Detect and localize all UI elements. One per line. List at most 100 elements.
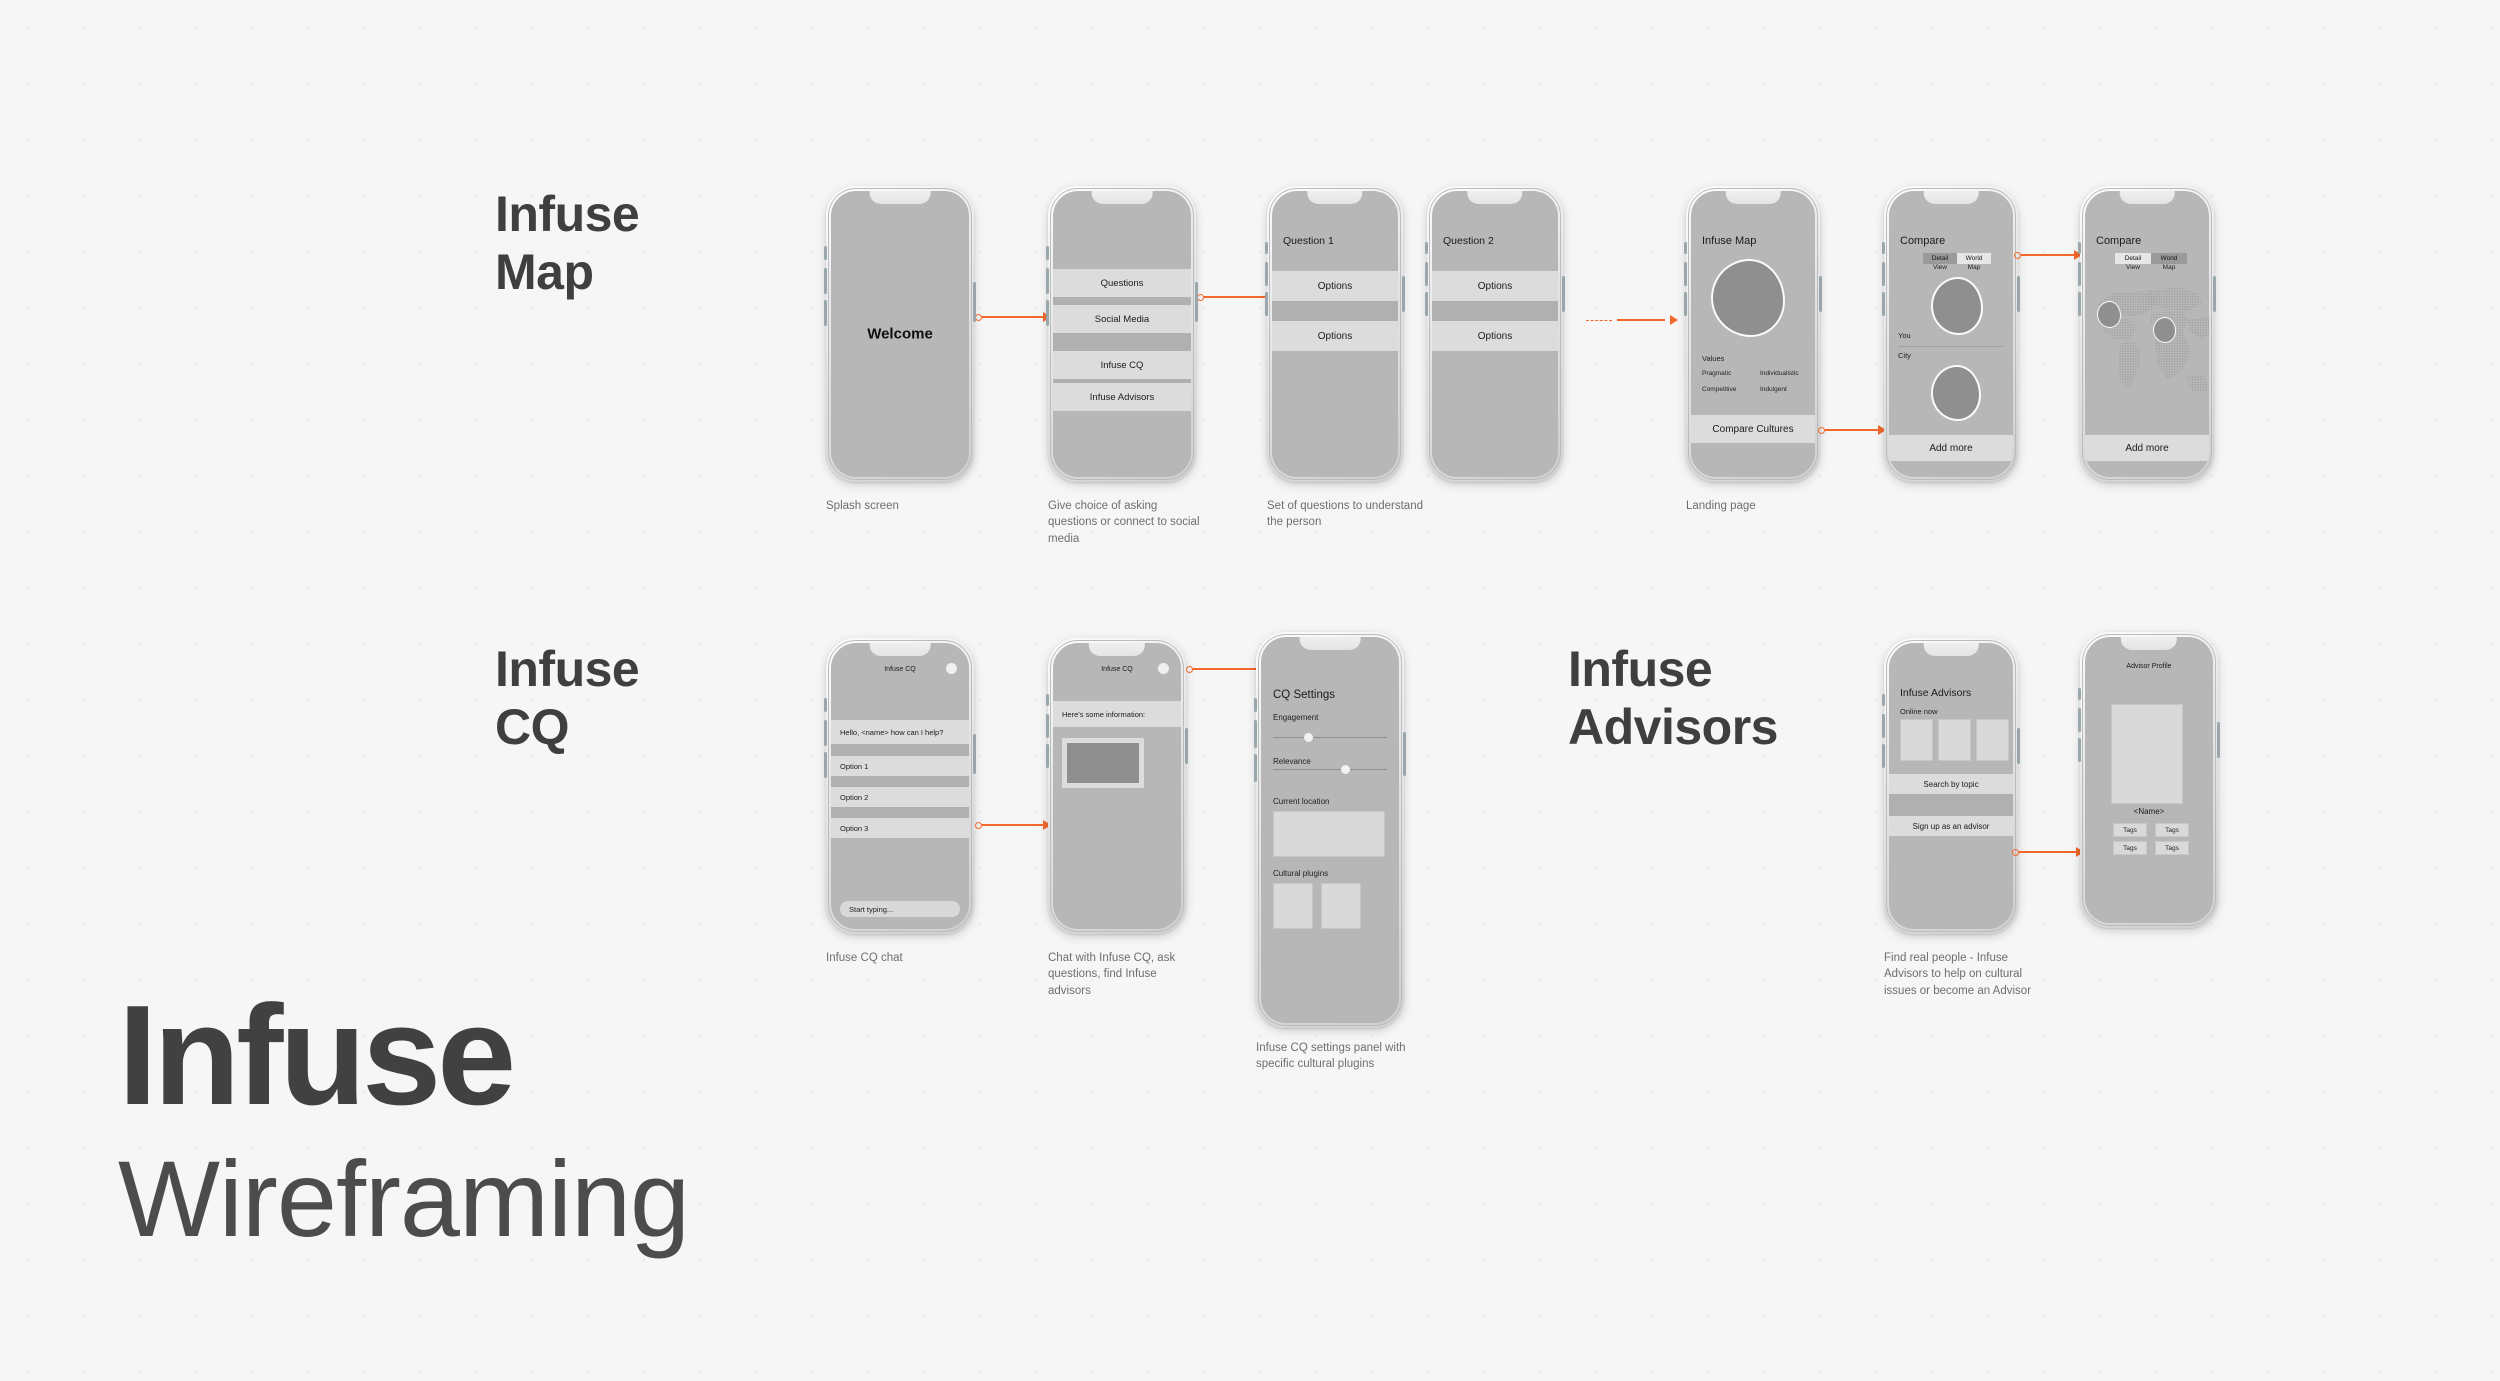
advisor-thumbnail-1[interactable]: [1900, 719, 1933, 761]
add-more-button[interactable]: Add more: [1889, 435, 2013, 461]
cultural-plugin-tile-1[interactable]: [1273, 883, 1313, 929]
phone-button-volume-up[interactable]: [824, 268, 827, 294]
slider-track-relevance[interactable]: [1273, 769, 1387, 770]
phone-button-volume-up[interactable]: [1046, 268, 1049, 294]
advisor-thumbnail-3[interactable]: [1976, 719, 2009, 761]
phone-button-power[interactable]: [2217, 722, 2220, 758]
phone-advisor-profile-screen: Advisor Profile <Name> Tags Tags Tags Ta…: [2078, 632, 2220, 928]
slider-track-engagement[interactable]: [1273, 737, 1387, 738]
advisor-tag-3[interactable]: Tags: [2113, 841, 2147, 855]
toggle-world-map[interactable]: World: [2151, 253, 2187, 264]
connector-origin-dot: [1197, 293, 1204, 301]
phone-button-power[interactable]: [1402, 276, 1405, 312]
phone-button-volume-down[interactable]: [1254, 754, 1257, 782]
chat-option-1[interactable]: Option 1: [831, 756, 969, 776]
phone-button-volume-down[interactable]: [1684, 292, 1687, 316]
advisor-tag-2[interactable]: Tags: [2155, 823, 2189, 837]
phone-button-volume-up[interactable]: [1046, 714, 1049, 738]
phone-button-volume-up[interactable]: [1265, 262, 1268, 286]
phone-button-power[interactable]: [2213, 276, 2216, 312]
phone-button-power[interactable]: [2017, 728, 2020, 764]
search-by-topic-button[interactable]: Search by topic: [1889, 774, 2013, 794]
phone-button-mute[interactable]: [1684, 242, 1687, 254]
phone-button-power[interactable]: [973, 282, 976, 322]
chat-gap: [831, 776, 969, 787]
phone-button-mute[interactable]: [1265, 242, 1268, 254]
phone-button-power[interactable]: [973, 734, 976, 774]
phone-button-volume-down[interactable]: [2078, 738, 2081, 762]
phone-button-volume-up[interactable]: [2078, 708, 2081, 732]
menu-item-questions[interactable]: Questions: [1053, 269, 1191, 297]
map-highlight-region-east[interactable]: [2153, 317, 2176, 343]
compare-cultures-button[interactable]: Compare Cultures: [1691, 415, 1815, 443]
phone-button-volume-up[interactable]: [1425, 262, 1428, 286]
phone-button-volume-down[interactable]: [1882, 292, 1885, 316]
menu-item-infuse-cq[interactable]: Infuse CQ: [1053, 351, 1191, 379]
phone-button-volume-down[interactable]: [1046, 300, 1049, 326]
phone-button-mute[interactable]: [824, 246, 827, 260]
phone-splash-screen: Welcome: [824, 186, 976, 482]
question1-option-a[interactable]: Options: [1272, 271, 1398, 301]
phone-button-mute[interactable]: [1425, 242, 1428, 254]
phone-button-volume-up[interactable]: [824, 720, 827, 746]
phone-button-volume-down[interactable]: [1882, 744, 1885, 768]
toggle-detail-view[interactable]: Detail: [2115, 253, 2151, 264]
current-location-map-box[interactable]: [1273, 811, 1385, 857]
advisor-thumbnail-2[interactable]: [1938, 719, 1971, 761]
phone-button-power[interactable]: [1195, 282, 1198, 322]
phone-button-mute[interactable]: [1882, 694, 1885, 706]
phone-button-power[interactable]: [1185, 728, 1188, 764]
phone-button-volume-up[interactable]: [1882, 262, 1885, 286]
advisor-tag-1[interactable]: Tags: [2113, 823, 2147, 837]
phone-button-mute[interactable]: [1254, 698, 1257, 712]
settings-avatar-icon[interactable]: [1158, 663, 1169, 674]
phone-button-volume-up[interactable]: [1684, 262, 1687, 286]
phone-button-volume-down[interactable]: [1265, 292, 1268, 316]
phone-button-mute[interactable]: [2078, 242, 2081, 254]
phone-button-power[interactable]: [1562, 276, 1565, 312]
chat-option-2[interactable]: Option 2: [831, 787, 969, 807]
phone-button-mute[interactable]: [1882, 242, 1885, 254]
cultural-plugin-tile-2[interactable]: [1321, 883, 1361, 929]
phone-button-mute[interactable]: [1046, 694, 1049, 706]
signup-as-advisor-button[interactable]: Sign up as an advisor: [1889, 816, 2013, 836]
info-media-thumbnail[interactable]: [1067, 743, 1139, 783]
question2-option-b[interactable]: Options: [1432, 321, 1558, 351]
slider-knob-relevance[interactable]: [1341, 765, 1350, 774]
phone-button-volume-up[interactable]: [1882, 714, 1885, 738]
connector-line: [2019, 851, 2076, 853]
phone-button-volume-down[interactable]: [2078, 292, 2081, 316]
phone-button-volume-down[interactable]: [1425, 292, 1428, 316]
toggle-detail-view[interactable]: Detail: [1923, 253, 1957, 264]
slider-knob-engagement[interactable]: [1304, 733, 1313, 742]
add-more-button[interactable]: Add more: [2085, 435, 2209, 461]
view-toggle-segmented-control[interactable]: Detail World: [2115, 253, 2187, 264]
chat-option-3[interactable]: Option 3: [831, 818, 969, 838]
menu-item-infuse-advisors[interactable]: Infuse Advisors: [1053, 383, 1191, 411]
question1-option-b[interactable]: Options: [1272, 321, 1398, 351]
phone-button-volume-down[interactable]: [824, 752, 827, 778]
phone-notch: [1091, 191, 1153, 204]
option-gap: [1432, 301, 1558, 321]
settings-avatar-icon[interactable]: [946, 663, 957, 674]
phone-button-volume-down[interactable]: [1046, 744, 1049, 768]
phone-button-volume-up[interactable]: [1254, 720, 1257, 748]
view-toggle-segmented-control[interactable]: Detail World: [1923, 253, 1991, 264]
cultural-plugins-label: Cultural plugins: [1273, 869, 1329, 878]
map-highlight-region-west[interactable]: [2097, 301, 2121, 328]
connector-line: [1825, 429, 1878, 431]
phone-button-power[interactable]: [1403, 732, 1406, 776]
menu-item-social-media[interactable]: Social Media: [1053, 305, 1191, 333]
chat-input-field[interactable]: Start typing...: [840, 901, 960, 917]
phone-button-volume-up[interactable]: [2078, 262, 2081, 286]
question2-option-a[interactable]: Options: [1432, 271, 1558, 301]
phone-button-mute[interactable]: [824, 698, 827, 712]
phone-button-power[interactable]: [2017, 276, 2020, 312]
chat-gap: [831, 744, 969, 756]
phone-button-mute[interactable]: [1046, 246, 1049, 260]
phone-button-power[interactable]: [1819, 276, 1822, 312]
phone-button-mute[interactable]: [2078, 688, 2081, 700]
toggle-world-map[interactable]: World: [1957, 253, 1991, 264]
advisor-tag-4[interactable]: Tags: [2155, 841, 2189, 855]
phone-button-volume-down[interactable]: [824, 300, 827, 326]
